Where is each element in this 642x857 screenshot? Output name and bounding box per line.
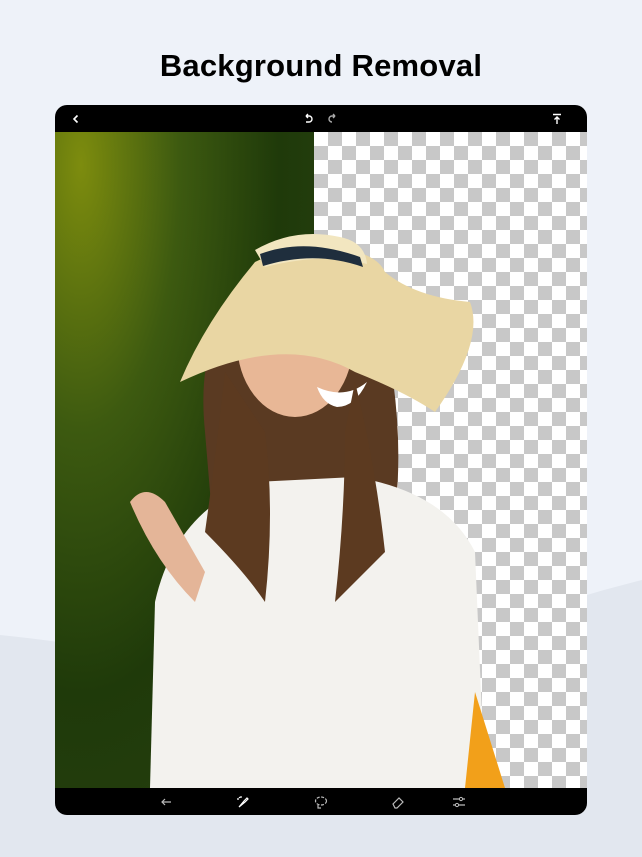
export-icon[interactable] [550, 112, 564, 126]
back-arrow-icon[interactable] [159, 795, 173, 809]
top-toolbar [55, 105, 587, 132]
lasso-icon[interactable] [314, 795, 328, 809]
subject-photo [130, 233, 505, 788]
app-screen [55, 105, 587, 815]
back-chevron-icon[interactable] [69, 112, 83, 126]
undo-icon[interactable] [301, 112, 315, 126]
redo-icon[interactable] [326, 112, 340, 126]
photo-canvas[interactable] [55, 132, 587, 788]
bottom-toolbar [55, 788, 587, 815]
magic-brush-icon[interactable] [236, 795, 250, 809]
adjust-sliders-icon[interactable] [452, 795, 466, 809]
eraser-icon[interactable] [391, 795, 405, 809]
page-title: Background Removal [159, 48, 483, 83]
